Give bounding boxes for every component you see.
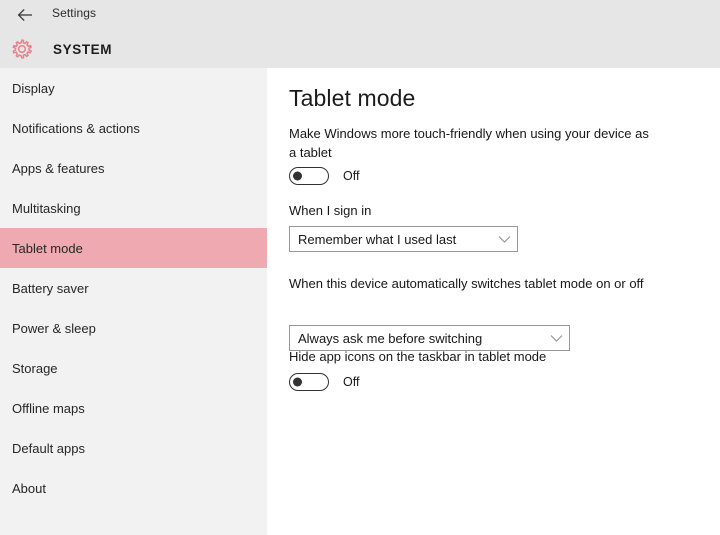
auto-switch-dropdown-value: Always ask me before switching bbox=[298, 330, 483, 346]
auto-switch-dropdown[interactable]: Always ask me before switching bbox=[289, 325, 570, 351]
hide-app-icons-label: Hide app icons on the taskbar in tablet … bbox=[289, 349, 547, 364]
page-category-title: SYSTEM bbox=[53, 41, 113, 57]
hide-app-icons-toggle[interactable] bbox=[289, 373, 329, 391]
settings-window: Settings SYSTEM Display Notifications & … bbox=[0, 0, 720, 535]
sidebar: Display Notifications & actions Apps & f… bbox=[0, 68, 267, 535]
sidebar-item-label: Default apps bbox=[12, 440, 85, 456]
sidebar-item-offline-maps[interactable]: Offline maps bbox=[0, 388, 267, 428]
toggle-knob bbox=[293, 171, 302, 181]
sidebar-item-battery-saver[interactable]: Battery saver bbox=[0, 268, 267, 308]
sidebar-item-default-apps[interactable]: Default apps bbox=[0, 428, 267, 468]
back-button[interactable] bbox=[8, 2, 42, 28]
sidebar-item-power-sleep[interactable]: Power & sleep bbox=[0, 308, 267, 348]
hide-app-icons-toggle-state: Off bbox=[343, 375, 360, 389]
sidebar-item-multitasking[interactable]: Multitasking bbox=[0, 188, 267, 228]
settings-label: Settings bbox=[52, 6, 97, 20]
back-arrow-icon bbox=[17, 8, 34, 22]
sidebar-item-apps-features[interactable]: Apps & features bbox=[0, 148, 267, 188]
sidebar-item-label: Battery saver bbox=[12, 280, 89, 296]
sidebar-item-about[interactable]: About bbox=[0, 468, 267, 508]
tablet-mode-toggle[interactable] bbox=[289, 167, 329, 185]
sign-in-dropdown-value: Remember what I used last bbox=[298, 231, 457, 247]
chevron-down-icon bbox=[491, 227, 517, 251]
sidebar-item-notifications-actions[interactable]: Notifications & actions bbox=[0, 108, 267, 148]
sidebar-item-label: Display bbox=[12, 80, 55, 96]
sidebar-item-display[interactable]: Display bbox=[0, 68, 267, 108]
sidebar-item-tablet-mode[interactable]: Tablet mode bbox=[0, 228, 267, 268]
sidebar-item-storage[interactable]: Storage bbox=[0, 348, 267, 388]
gear-icon bbox=[9, 36, 35, 62]
tablet-mode-toggle-row: Off bbox=[289, 167, 359, 185]
sidebar-item-label: Apps & features bbox=[12, 160, 105, 176]
sidebar-item-label: About bbox=[12, 480, 46, 496]
hide-app-icons-toggle-row: Off bbox=[289, 373, 359, 391]
sign-in-dropdown[interactable]: Remember what I used last bbox=[289, 226, 518, 252]
tablet-mode-toggle-state: Off bbox=[343, 169, 360, 183]
sidebar-item-label: Tablet mode bbox=[12, 240, 83, 256]
page-title: Tablet mode bbox=[289, 85, 416, 111]
sidebar-item-label: Offline maps bbox=[12, 400, 85, 416]
chevron-down-icon bbox=[543, 326, 569, 350]
tablet-mode-description: Make Windows more touch-friendly when us… bbox=[289, 126, 649, 160]
system-header-row: SYSTEM bbox=[0, 32, 112, 66]
auto-switch-label: When this device automatically switches … bbox=[289, 276, 644, 291]
settings-content-pane: Tablet mode Make Windows more touch-frie… bbox=[267, 68, 720, 535]
sidebar-item-label: Storage bbox=[12, 360, 58, 376]
sidebar-item-label: Notifications & actions bbox=[12, 120, 140, 136]
title-bar: Settings SYSTEM bbox=[0, 0, 720, 68]
sidebar-item-label: Power & sleep bbox=[12, 320, 96, 336]
sign-in-label: When I sign in bbox=[289, 203, 372, 218]
sidebar-item-label: Multitasking bbox=[12, 200, 81, 216]
toggle-knob bbox=[293, 377, 302, 387]
